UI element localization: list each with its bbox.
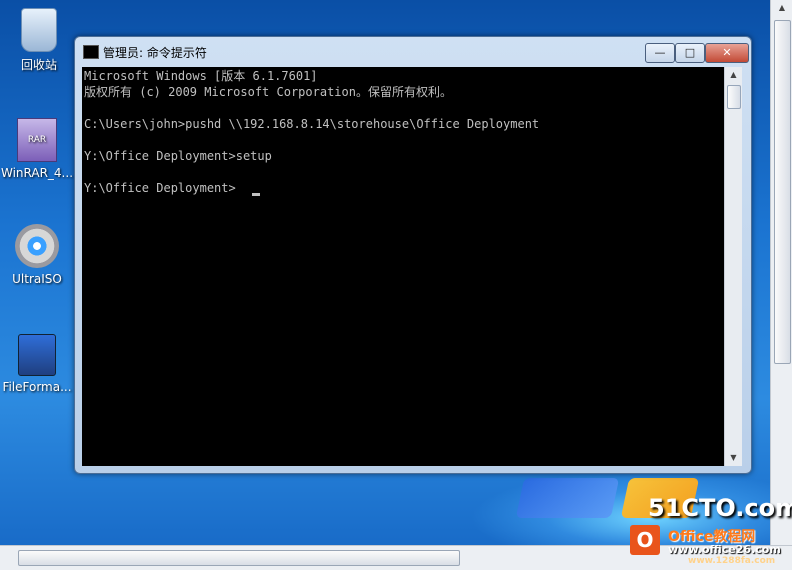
desktop-icon-fileformat[interactable]: FileForma... (0, 334, 74, 394)
page-scroll-up-icon[interactable]: ▲ (771, 0, 792, 16)
wallpaper-logo-blue (515, 478, 620, 518)
scroll-down-icon[interactable]: ▼ (725, 450, 742, 466)
desktop-icon-ultraiso[interactable]: UltraISO (0, 224, 74, 286)
desktop-icon-winrar[interactable]: RAR WinRAR_4... (0, 118, 74, 180)
watermark-51cto: 51CTO.com (648, 494, 792, 522)
desktop-icon-label: 回收站 (20, 58, 57, 72)
page-hscroll-thumb[interactable] (18, 550, 460, 566)
desktop-icon-label: WinRAR_4... (0, 166, 74, 180)
cmd-window[interactable]: 管理员: 命令提示符 — □ ✕ Microsoft Windows [版本 6… (74, 36, 752, 474)
desktop-icon-recycle-bin[interactable]: 回收站 (2, 8, 76, 73)
scroll-thumb[interactable] (727, 85, 741, 109)
page-scroll-thumb[interactable] (774, 20, 791, 364)
maximize-button[interactable]: □ (675, 43, 705, 63)
window-titlebar[interactable]: 管理员: 命令提示符 — □ ✕ (75, 37, 751, 67)
text-cursor (252, 193, 260, 196)
console-output[interactable]: Microsoft Windows [版本 6.1.7601] 版权所有 (c)… (82, 67, 724, 466)
window-title: 管理员: 命令提示符 (103, 46, 207, 60)
winrar-icon: RAR (17, 118, 57, 162)
scroll-up-icon[interactable]: ▲ (725, 67, 742, 83)
minimize-icon: — (654, 46, 666, 59)
maximize-icon: □ (684, 46, 696, 59)
console-line: Y:\Office Deployment>setup (84, 149, 272, 163)
ultraiso-disc-icon (15, 224, 59, 268)
close-button[interactable]: ✕ (705, 43, 749, 63)
close-icon: ✕ (722, 46, 732, 59)
console-line: 版权所有 (c) 2009 Microsoft Corporation。保留所有… (84, 85, 452, 99)
desktop-icon-label: FileForma... (2, 380, 72, 394)
page-vertical-scrollbar[interactable]: ▲ (770, 0, 792, 545)
console-scrollbar[interactable]: ▲ ▼ (724, 67, 742, 466)
minimize-button[interactable]: — (645, 43, 675, 63)
console-line: C:\Users\john>pushd \\192.168.8.14\store… (84, 117, 540, 131)
recycle-bin-icon (21, 8, 57, 52)
desktop-icon-label: UltraISO (12, 272, 62, 286)
console-line: Microsoft Windows [版本 6.1.7601] (84, 69, 318, 83)
cmd-app-icon[interactable] (83, 45, 99, 59)
console-prompt: Y:\Office Deployment> (84, 181, 236, 195)
desktop: 回收站 RAR WinRAR_4... UltraISO FileForma..… (0, 0, 792, 570)
office-logo-icon: O (630, 525, 660, 555)
watermark-1288fa: www.1288fa.com (688, 556, 776, 566)
watermark-office26: www.office26.com (668, 543, 781, 556)
fileformat-icon (18, 334, 56, 376)
